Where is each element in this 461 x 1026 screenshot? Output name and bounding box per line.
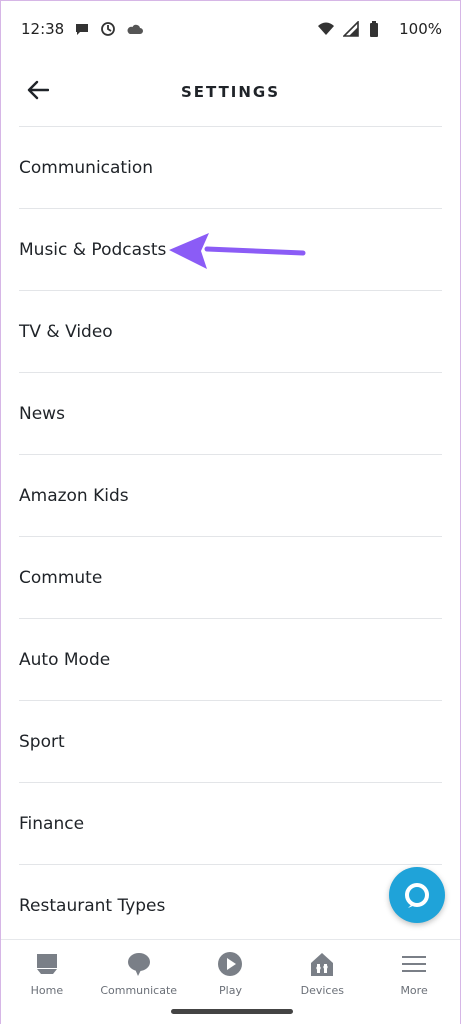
alexa-button[interactable] xyxy=(389,867,445,923)
settings-item-finance[interactable]: Finance xyxy=(19,783,442,865)
settings-list: Communication Music & Podcasts TV & Vide… xyxy=(19,126,442,947)
home-icon xyxy=(33,950,61,978)
settings-item-sport[interactable]: Sport xyxy=(19,701,442,783)
menu-icon xyxy=(400,950,428,978)
wifi-icon xyxy=(317,21,335,37)
app-header: SETTINGS xyxy=(1,57,460,127)
settings-item-label: Finance xyxy=(19,813,85,834)
settings-item-label: Communication xyxy=(19,157,153,178)
speech-bubble-icon xyxy=(125,950,153,978)
battery-percent: 100% xyxy=(399,20,442,38)
status-left: 12:38 xyxy=(21,20,144,38)
nav-label: Play xyxy=(219,984,242,997)
nav-item-more[interactable]: More xyxy=(368,940,460,1026)
settings-item-label: Music & Podcasts xyxy=(19,239,167,260)
status-right: 100% xyxy=(317,20,442,38)
status-time: 12:38 xyxy=(21,20,65,38)
devices-icon xyxy=(308,950,336,978)
settings-item-amazon-kids[interactable]: Amazon Kids xyxy=(19,455,442,537)
settings-item-label: Sport xyxy=(19,731,65,752)
battery-icon xyxy=(369,21,385,37)
settings-item-auto-mode[interactable]: Auto Mode xyxy=(19,619,442,701)
settings-item-tv-video[interactable]: TV & Video xyxy=(19,291,442,373)
chat-bubble-icon xyxy=(74,21,90,37)
settings-item-label: Amazon Kids xyxy=(19,485,129,506)
settings-item-music-podcasts[interactable]: Music & Podcasts xyxy=(19,209,442,291)
settings-item-commute[interactable]: Commute xyxy=(19,537,442,619)
settings-item-restaurant-types[interactable]: Restaurant Types xyxy=(19,865,442,947)
settings-item-label: Restaurant Types xyxy=(19,895,166,916)
settings-item-news[interactable]: News xyxy=(19,373,442,455)
settings-item-label: Commute xyxy=(19,567,103,588)
play-icon xyxy=(216,950,244,978)
clock-icon xyxy=(100,21,116,37)
cloud-icon xyxy=(126,21,144,37)
home-indicator[interactable] xyxy=(171,1009,293,1014)
page-title: SETTINGS xyxy=(180,83,281,101)
nav-label: More xyxy=(400,984,428,997)
status-bar: 12:38 100% xyxy=(1,1,460,57)
back-button[interactable] xyxy=(21,73,55,107)
back-arrow-icon xyxy=(27,80,49,100)
settings-item-label: News xyxy=(19,403,65,424)
nav-label: Communicate xyxy=(100,984,178,997)
cellular-icon xyxy=(342,20,359,37)
settings-item-label: Auto Mode xyxy=(19,649,111,670)
settings-item-communication[interactable]: Communication xyxy=(19,127,442,209)
nav-item-home[interactable]: Home xyxy=(1,940,93,1026)
settings-item-label: TV & Video xyxy=(19,321,113,342)
nav-label: Devices xyxy=(300,984,344,997)
alexa-ring-icon xyxy=(405,883,429,908)
nav-label: Home xyxy=(30,984,64,997)
